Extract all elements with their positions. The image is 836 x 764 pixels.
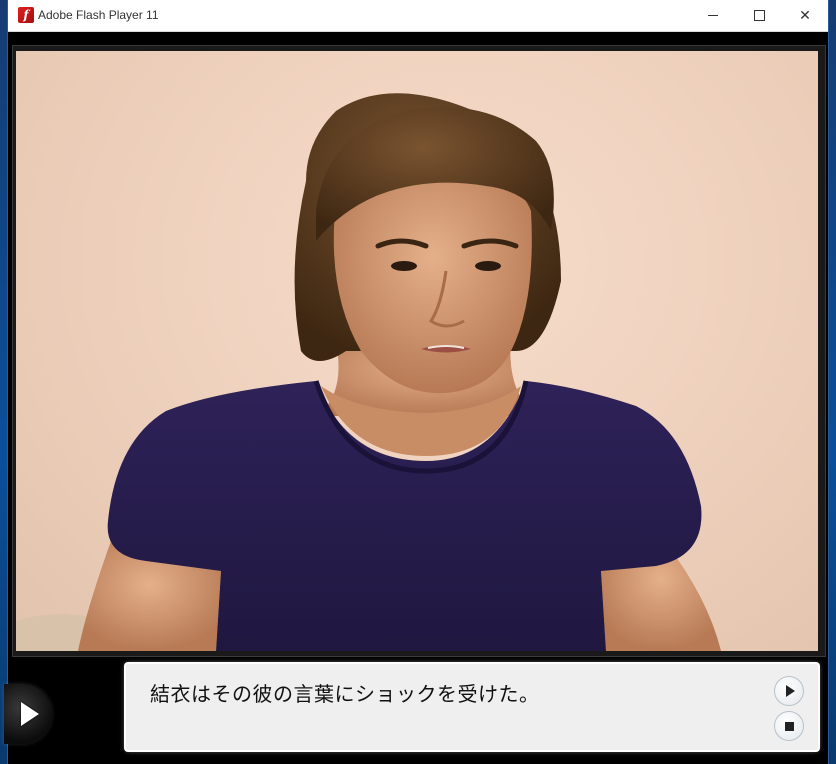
play-arrow-icon xyxy=(21,702,39,726)
stop-icon xyxy=(784,721,794,731)
flash-icon: f xyxy=(18,7,34,23)
advance-button[interactable] xyxy=(4,684,52,744)
play-button[interactable] xyxy=(774,676,804,706)
minimize-button[interactable] xyxy=(690,0,736,31)
minimize-icon xyxy=(708,15,718,16)
game-scene[interactable] xyxy=(16,51,818,651)
right-eye xyxy=(475,261,501,271)
message-window[interactable]: 結衣はその彼の言葉にショックを受けた。 xyxy=(126,664,818,750)
stop-button[interactable] xyxy=(774,711,804,741)
window-title: Adobe Flash Player 11 xyxy=(38,8,159,22)
maximize-icon xyxy=(753,10,765,21)
desktop-background-left xyxy=(0,0,8,764)
close-icon: ✕ xyxy=(799,7,811,24)
character-illustration xyxy=(16,93,721,651)
left-eye xyxy=(391,261,417,271)
desktop-background-right xyxy=(828,0,836,764)
flash-player-window: f Adobe Flash Player 11 ✕ 結衣はその彼の言葉にショック… xyxy=(4,0,828,764)
maximize-button[interactable] xyxy=(736,0,782,31)
title-bar[interactable]: f Adobe Flash Player 11 ✕ xyxy=(8,0,828,32)
dialogue-text: 結衣はその彼の言葉にショックを受けた。 xyxy=(150,682,540,706)
play-icon xyxy=(786,685,795,697)
close-button[interactable]: ✕ xyxy=(782,0,828,31)
